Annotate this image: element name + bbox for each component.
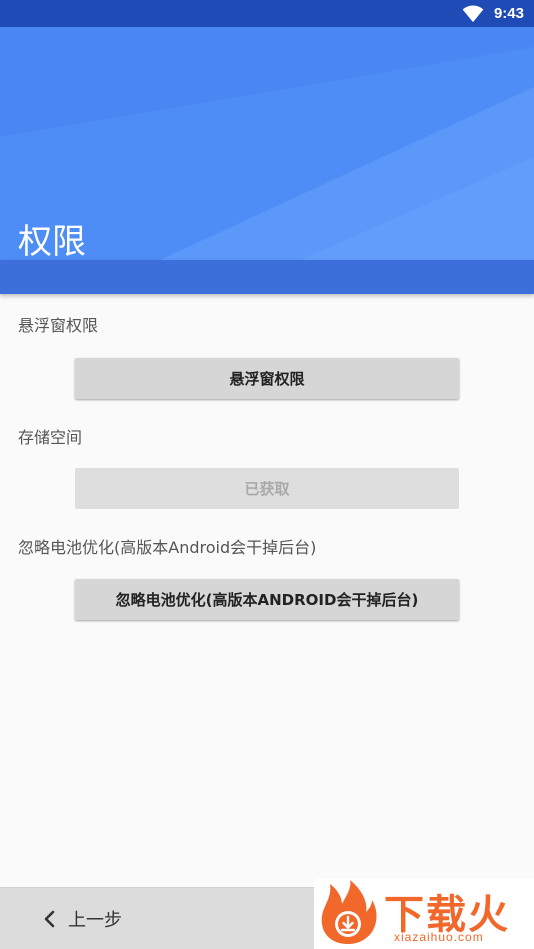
status-time: 9:43 <box>493 5 524 22</box>
watermark: 下载火 xiazaihuo.com <box>314 878 534 949</box>
flame-logo-icon <box>321 880 377 944</box>
back-button-label: 上一步 <box>68 910 122 931</box>
storage-permission-button[interactable]: 已获取 <box>75 468 459 509</box>
status-bar: 9:43 <box>0 0 534 27</box>
wifi-icon <box>462 4 484 22</box>
back-button[interactable]: 上一步 <box>42 902 122 936</box>
app-header: 权限 <box>0 27 534 260</box>
section-label-battery: 忽略电池优化(高版本Android会干掉后台) <box>18 538 317 557</box>
page-title: 权限 <box>18 222 86 260</box>
chevron-left-icon <box>44 910 55 928</box>
header-band <box>0 260 534 294</box>
section-label-overlay: 悬浮窗权限 <box>18 316 99 335</box>
battery-optimization-button[interactable]: 忽略电池优化(高版本ANDROID会干掉后台) <box>75 579 459 620</box>
section-label-storage: 存储空间 <box>18 428 83 447</box>
watermark-url: xiazaihuo.com <box>394 930 484 944</box>
overlay-permission-button[interactable]: 悬浮窗权限 <box>75 358 459 399</box>
